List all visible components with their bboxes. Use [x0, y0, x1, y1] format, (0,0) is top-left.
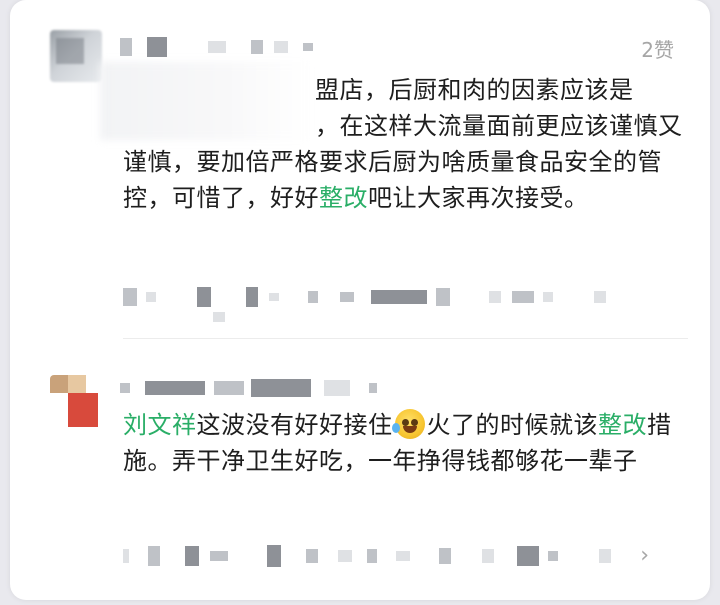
- avatar[interactable]: [50, 375, 102, 427]
- tears-of-joy-emoji: [391, 409, 425, 439]
- divider: [123, 338, 688, 339]
- text-segment: 这波没有好好接住: [196, 411, 393, 439]
- text-segment: 盟店，后厨和肉的因素应该是: [315, 76, 634, 104]
- text-segment: 吧让大家再次接受。: [368, 184, 589, 212]
- text-segment: 火了的时候就该: [426, 411, 598, 439]
- comment-text: 刘文祥这波没有好好接住 火了的时候就该整改措施。弄干净卫生好吃，一年挣得钱都够花一…: [123, 407, 683, 479]
- comment-item: 2赞 盟店，后厨和肉的因素应该是 ，在这样大流量面前更应该谨慎又谨慎，要加倍严格…: [10, 0, 710, 325]
- username-redacted[interactable]: [120, 36, 314, 58]
- highlight-term[interactable]: 整改: [598, 411, 647, 439]
- highlight-term[interactable]: 整改: [319, 184, 368, 212]
- comment-item: 刘文祥这波没有好好接住 火了的时候就该整改措施。弄干净卫生好吃，一年挣得钱都够花一…: [10, 345, 710, 600]
- mention-link[interactable]: 刘文祥: [123, 411, 197, 439]
- comment-card: 2赞 盟店，后厨和肉的因素应该是 ，在这样大流量面前更应该谨慎又谨慎，要加倍严格…: [10, 0, 710, 600]
- avatar[interactable]: [50, 30, 102, 82]
- like-count[interactable]: 2赞: [641, 34, 674, 63]
- comment-text: 盟店，后厨和肉的因素应该是 ，在这样大流量面前更应该谨慎又谨慎，要加倍严格要求后…: [123, 72, 683, 216]
- comment-meta-redacted: ›: [123, 545, 683, 567]
- username-redacted[interactable]: [120, 377, 378, 399]
- chevron-right-icon[interactable]: ›: [640, 545, 649, 567]
- comment-meta-redacted: [123, 286, 683, 322]
